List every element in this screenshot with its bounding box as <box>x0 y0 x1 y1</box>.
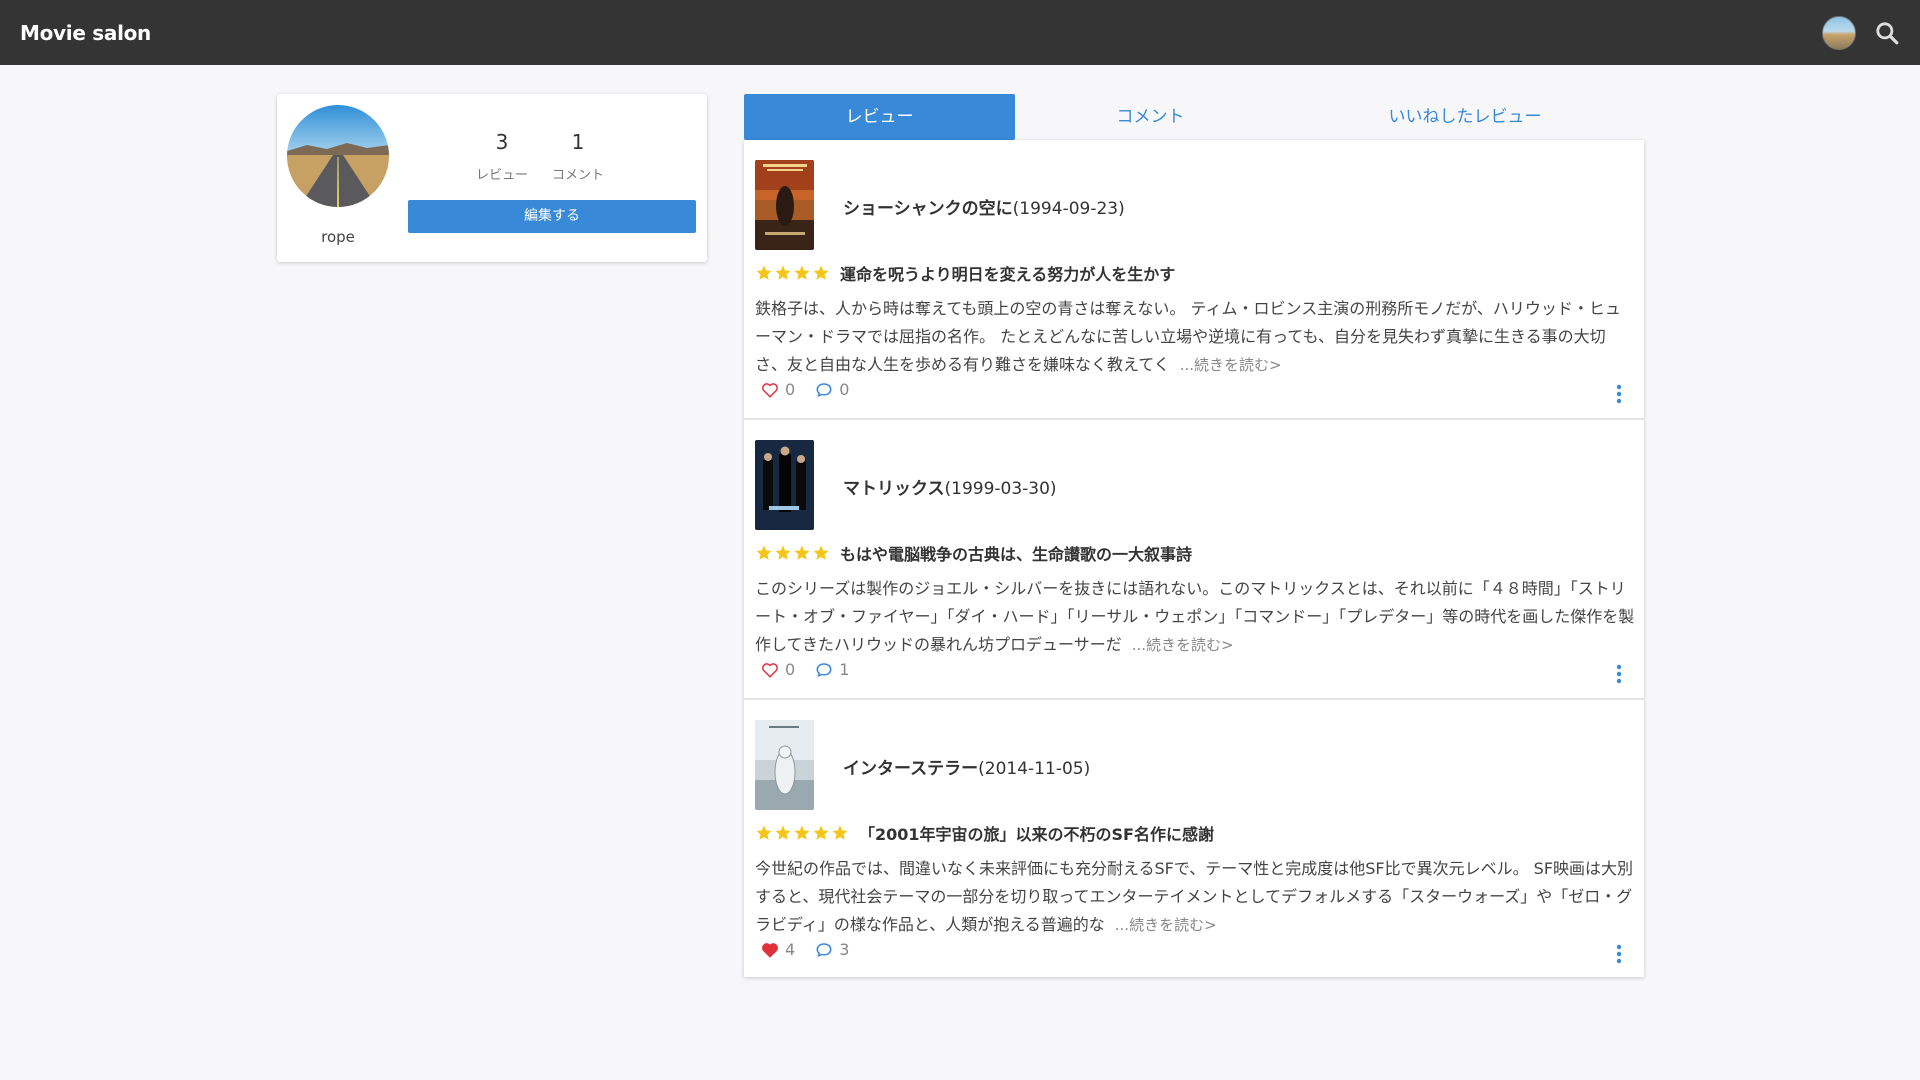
tab-liked-reviews[interactable]: いいねしたレビュー <box>1286 94 1644 140</box>
star-icon <box>756 825 772 840</box>
comment-count: 1 <box>571 130 585 154</box>
like-count: 4 <box>785 940 796 959</box>
movie-poster[interactable] <box>755 440 814 530</box>
heart-icon <box>762 662 778 677</box>
profile-tabs: レビュー コメント いいねしたレビュー <box>744 94 1644 140</box>
comment-count-label: コメント <box>551 168 604 183</box>
movie-poster[interactable] <box>755 160 814 250</box>
comment-icon <box>816 662 832 677</box>
more-options-icon[interactable] <box>1616 384 1622 404</box>
read-more-link[interactable]: ...続きを読む> <box>1132 636 1234 654</box>
release-date: (1999-03-30) <box>944 479 1057 499</box>
review-count: 3 <box>495 130 509 154</box>
navbar-actions <box>1822 15 1900 50</box>
star-rating <box>755 824 849 842</box>
rating-row: 運命を呪うより明日を変える努力が人を生かす <box>755 261 1175 285</box>
review-count-label: レビュー <box>475 168 528 183</box>
profile-avatar <box>287 105 389 207</box>
star-icon <box>813 265 829 280</box>
edit-profile-button[interactable]: 編集する <box>408 200 696 233</box>
movie-name: ショーシャンクの空に <box>843 199 1013 219</box>
star-icon <box>775 545 791 560</box>
profile-card: rope 3 レビュー 1 コメント 編集する <box>277 94 707 262</box>
release-date: (1994-09-23) <box>1012 199 1125 219</box>
review-body: 今世紀の作品では、間違いなく未来評価にも充分耐えるSFで、テーマ性と完成度は他S… <box>755 855 1635 939</box>
like-button[interactable]: 4 <box>761 940 795 959</box>
star-icon <box>756 265 772 280</box>
rating-row: 「2001年宇宙の旅」以来の不朽のSF名作に感謝 <box>755 821 1214 845</box>
review-actions: 0 0 <box>761 380 849 399</box>
more-options-icon[interactable] <box>1616 664 1622 684</box>
review-headline: 「2001年宇宙の旅」以来の不朽のSF名作に感謝 <box>859 825 1214 844</box>
comment-icon <box>816 942 832 957</box>
tab-reviews[interactable]: レビュー <box>744 94 1015 140</box>
movie-title[interactable]: インターステラー(2014-11-05) <box>843 754 1090 779</box>
user-avatar[interactable] <box>1822 15 1856 50</box>
comment-count: 1 <box>839 660 850 679</box>
review-body: 鉄格子は、人から時は奪えても頭上の空の青さは奪えない。 ティム・ロビンス主演の刑… <box>755 295 1635 379</box>
like-button[interactable]: 0 <box>761 660 795 679</box>
profile-username: rope <box>321 228 355 246</box>
star-icon <box>756 545 772 560</box>
star-rating <box>755 264 830 282</box>
movie-name: インターステラー <box>843 759 979 779</box>
review-card: マトリックス(1999-03-30) もはや電脳戦争の古典は、生命讃歌の一大叙事… <box>744 420 1644 700</box>
app-title[interactable]: Movie salon <box>20 21 151 45</box>
review-actions: 4 3 <box>761 940 849 959</box>
star-icon <box>775 825 791 840</box>
star-icon <box>794 825 810 840</box>
like-button[interactable]: 0 <box>761 380 795 399</box>
comment-icon <box>816 382 832 397</box>
review-body: このシリーズは製作のジョエル・シルバーを抜きには語れない。このマトリックスとは、… <box>755 575 1635 659</box>
comment-count: 0 <box>839 380 850 399</box>
comment-button[interactable]: 3 <box>815 940 849 959</box>
top-navbar: Movie salon <box>0 0 1920 65</box>
movie-name: マトリックス <box>843 479 945 499</box>
heart-icon <box>762 382 778 397</box>
star-icon <box>794 545 810 560</box>
movie-title[interactable]: マトリックス(1999-03-30) <box>843 474 1057 499</box>
review-headline: もはや電脳戦争の古典は、生命讃歌の一大叙事詩 <box>840 545 1193 564</box>
more-options-icon[interactable] <box>1616 944 1622 964</box>
review-card: ショーシャンクの空に(1994-09-23) 運命を呪うより明日を変える努力が人… <box>744 140 1644 420</box>
star-rating <box>755 544 830 562</box>
tab-comments[interactable]: コメント <box>1015 94 1286 140</box>
star-icon <box>794 265 810 280</box>
star-icon <box>813 825 829 840</box>
rating-row: もはや電脳戦争の古典は、生命讃歌の一大叙事詩 <box>755 541 1192 565</box>
movie-title[interactable]: ショーシャンクの空に(1994-09-23) <box>843 194 1125 219</box>
review-card: インターステラー(2014-11-05) 「2001年宇宙の旅」以来の不朽のSF… <box>744 700 1644 977</box>
like-count: 0 <box>785 660 796 679</box>
like-count: 0 <box>785 380 796 399</box>
comment-button[interactable]: 1 <box>815 660 849 679</box>
release-date: (2014-11-05) <box>978 759 1091 779</box>
read-more-link[interactable]: ...続きを読む> <box>1180 356 1282 374</box>
comment-count: 3 <box>839 940 850 959</box>
star-icon <box>813 545 829 560</box>
review-list: ショーシャンクの空に(1994-09-23) 運命を呪うより明日を変える努力が人… <box>744 140 1644 977</box>
review-count-stat: 3 レビュー <box>475 130 529 183</box>
read-more-link[interactable]: ...続きを読む> <box>1115 916 1217 934</box>
star-icon <box>775 265 791 280</box>
search-icon[interactable] <box>1874 20 1900 46</box>
review-headline: 運命を呪うより明日を変える努力が人を生かす <box>840 265 1176 284</box>
star-icon <box>832 825 848 840</box>
comment-button[interactable]: 0 <box>815 380 849 399</box>
heart-icon <box>762 942 778 957</box>
profile-stats: 3 レビュー 1 コメント <box>475 130 605 183</box>
comment-count-stat: 1 コメント <box>551 130 605 183</box>
review-actions: 0 1 <box>761 660 849 679</box>
movie-poster[interactable] <box>755 720 814 810</box>
